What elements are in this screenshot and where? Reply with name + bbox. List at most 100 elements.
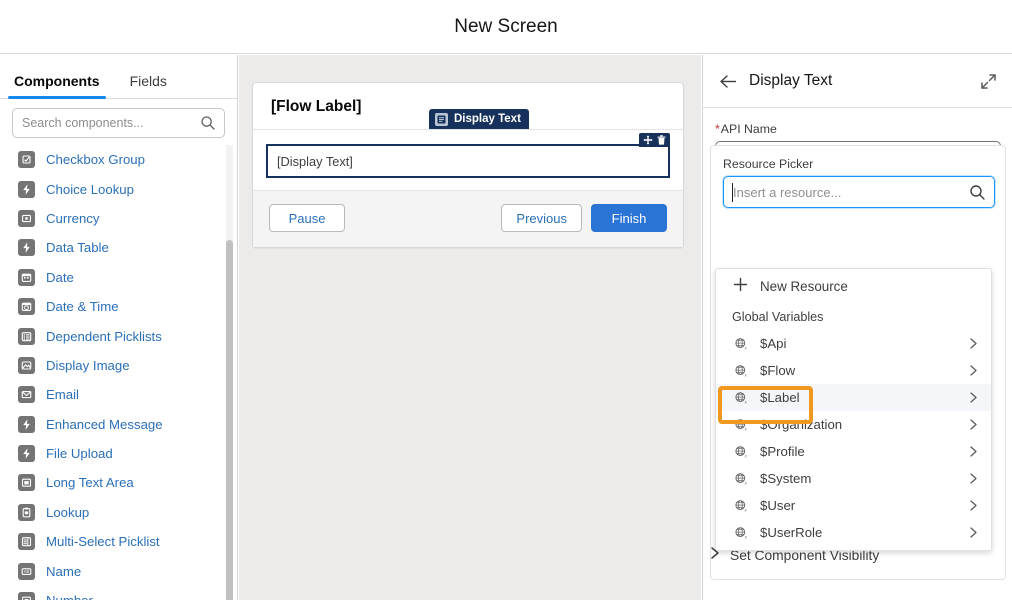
global-variable-icon: x [733,499,748,513]
previous-button[interactable]: Previous [501,204,582,232]
component-list-item[interactable]: Data Table [0,233,237,262]
chevron-right-icon[interactable] [967,472,979,485]
selected-component-badge-label: Display Text [454,113,521,125]
component-list-item[interactable]: Date [0,263,237,292]
api-name-label-text: API Name [720,122,777,136]
global-variable-item[interactable]: x $System [716,465,991,492]
global-variable-icon: x [733,391,748,405]
multiselect-icon [18,533,35,551]
component-list-item[interactable]: Currency [0,204,237,233]
component-list-item-label: Enhanced Message [46,416,163,432]
component-list-item-label: Long Text Area [46,475,134,491]
arrow-left-icon[interactable] [717,70,739,92]
components-sidebar: Components Fields Checkbox Group Choice L… [0,55,238,600]
search-input[interactable] [13,116,224,130]
global-variable-icon: x [733,364,748,378]
move-icon[interactable] [643,135,653,145]
global-variable-icon: x [733,418,748,432]
picklist-icon [18,327,35,345]
global-variable-item[interactable]: x $User [716,492,991,519]
global-variable-label: $Profile [760,444,805,459]
number-icon [18,592,35,600]
expand-icon[interactable] [978,71,998,91]
global-variable-item[interactable]: x $Api [716,330,991,357]
image-icon [18,356,35,374]
component-list-item-label: Number [46,593,93,600]
tab-fields-label: Fields [129,73,167,89]
component-list-item-label: Date & Time [46,299,119,315]
resource-picker-label: Resource Picker [723,157,814,171]
required-marker: * [715,122,720,136]
global-variable-icon: x [733,472,748,486]
global-variable-icon: x [733,526,748,540]
resource-picker-dropdown: New Resource Global Variables x $Api x $Flo… [715,268,992,551]
tab-components[interactable]: Components [8,73,112,99]
global-variable-label: $Organization [760,417,843,432]
chevron-right-icon[interactable] [967,499,979,512]
svg-text:x: x [743,508,747,513]
component-list-item-label: Checkbox Group [46,152,145,168]
selected-component-badge[interactable]: Display Text [429,109,529,129]
date-time-icon [18,298,35,316]
component-list-item[interactable]: Dependent Picklists [0,321,237,350]
component-list-item[interactable]: Choice Lookup [0,174,237,203]
component-list-item-label: Lookup [46,504,90,520]
svg-text:x: x [743,481,747,486]
screen-canvas: [Flow Label] Display Text [Display Text]… [239,55,701,600]
chevron-right-icon[interactable] [967,418,979,431]
component-list-item[interactable]: Number [0,586,237,600]
global-variable-item[interactable]: x $Organization [716,411,991,438]
new-resource-option[interactable]: New Resource [716,269,991,303]
chevron-right-icon[interactable] [967,526,979,539]
display-text-icon [435,112,448,126]
display-text-component[interactable]: [Display Text] [266,133,670,178]
svg-text:x: x [743,346,747,351]
components-list[interactable]: Checkbox Group Choice Lookup Currency Data … [0,143,237,600]
component-list-item[interactable]: Enhanced Message [0,410,237,439]
component-list-item-label: Display Image [46,357,130,373]
component-list-item[interactable]: Email [0,380,237,409]
finish-button[interactable]: Finish [591,204,667,232]
global-variable-item[interactable]: x $Flow [716,357,991,384]
component-list-item-label: File Upload [46,446,113,462]
chevron-right-icon[interactable] [967,391,979,404]
pause-button[interactable]: Pause [269,204,345,232]
global-variable-item[interactable]: x $Profile [716,438,991,465]
lookup-icon [18,503,35,521]
svg-text:AB: AB [24,569,30,574]
component-list-item-label: Name [46,563,82,579]
global-variable-item[interactable]: x $Label [716,384,991,411]
chevron-right-icon[interactable] [967,445,979,458]
chevron-right-icon[interactable] [967,337,979,350]
tab-fields[interactable]: Fields [130,73,179,98]
search-icon[interactable] [969,184,986,206]
resource-picker-combobox[interactable] [723,176,995,208]
resource-picker-input[interactable] [724,184,994,200]
component-list-item[interactable]: Date & Time [0,292,237,321]
sidebar-scrollbar-thumb[interactable] [226,240,233,600]
component-list-item[interactable]: Display Image [0,351,237,380]
global-variable-label: $Api [760,336,787,351]
svg-text:x: x [743,535,747,540]
chevron-right-icon[interactable] [967,364,979,377]
tab-components-label: Components [14,73,100,89]
lightning-icon [18,239,35,257]
global-variables-list: x $Api x $Flow x $Label x $Organization x $Profil… [716,330,991,546]
flow-footer: Pause Previous Finish [253,190,683,247]
component-list-item[interactable]: Long Text Area [0,468,237,497]
component-list-item[interactable]: File Upload [0,439,237,468]
component-list-item-label: Date [46,269,74,285]
search-components-box[interactable] [12,108,225,138]
component-list-item[interactable]: AB Name [0,556,237,585]
panel-title: Display Text [749,72,833,89]
panel-header: Display Text [703,55,1012,108]
component-list-item[interactable]: Lookup [0,498,237,527]
component-list-item[interactable]: Checkbox Group [0,145,237,174]
component-list-item-label: Choice Lookup [46,181,134,197]
global-variable-icon: x [733,445,748,459]
global-variable-item[interactable]: x $UserRole [716,519,991,546]
search-icon [200,115,216,131]
component-list-item[interactable]: Multi-Select Picklist [0,527,237,556]
trash-icon[interactable] [657,135,666,145]
svg-text:x: x [743,400,747,405]
